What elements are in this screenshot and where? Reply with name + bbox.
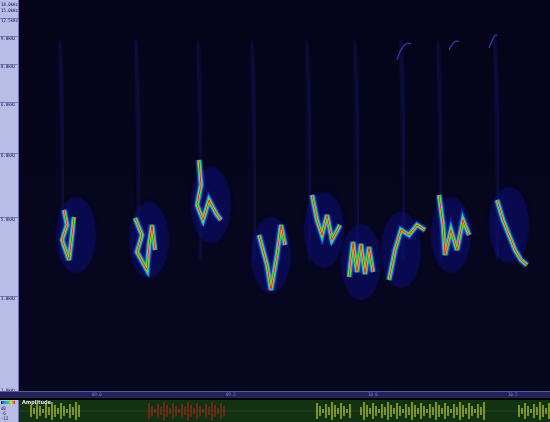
freq-label: 5.0kHz — [1, 217, 16, 222]
amp-label: -12 — [1, 416, 9, 421]
spectrogram-background — [19, 0, 550, 391]
amplitude-waveform[interactable] — [19, 400, 550, 422]
spectrogram-view[interactable] — [19, 0, 550, 391]
freq-label: 9.0kHz — [1, 36, 16, 41]
freq-label: 15.0kHz — [1, 8, 18, 13]
freq-label: 6.0kHz — [1, 102, 16, 107]
time-label: 09.5 — [226, 392, 236, 397]
freq-label: 12.5kHz — [1, 18, 18, 23]
amplitude-axis: dB -6 -12 — [0, 400, 19, 422]
time-label: 10.0 — [368, 392, 378, 397]
time-label: 09.0 — [92, 392, 102, 397]
freq-label: 18.0kHz — [1, 2, 18, 7]
freq-label: 8.0kHz — [1, 64, 16, 69]
freq-label: 3.0kHz — [1, 296, 16, 301]
call-halo — [489, 187, 529, 263]
amplitude-title: Amplitude — [22, 400, 52, 406]
time-label: 10.5 — [508, 392, 518, 397]
freq-label: 6.0kHz — [1, 153, 16, 158]
colormap-legend — [1, 401, 15, 404]
frequency-axis: 18.0kHz 15.0kHz 12.5kHz 9.0kHz 8.0kHz 6.… — [0, 0, 19, 395]
